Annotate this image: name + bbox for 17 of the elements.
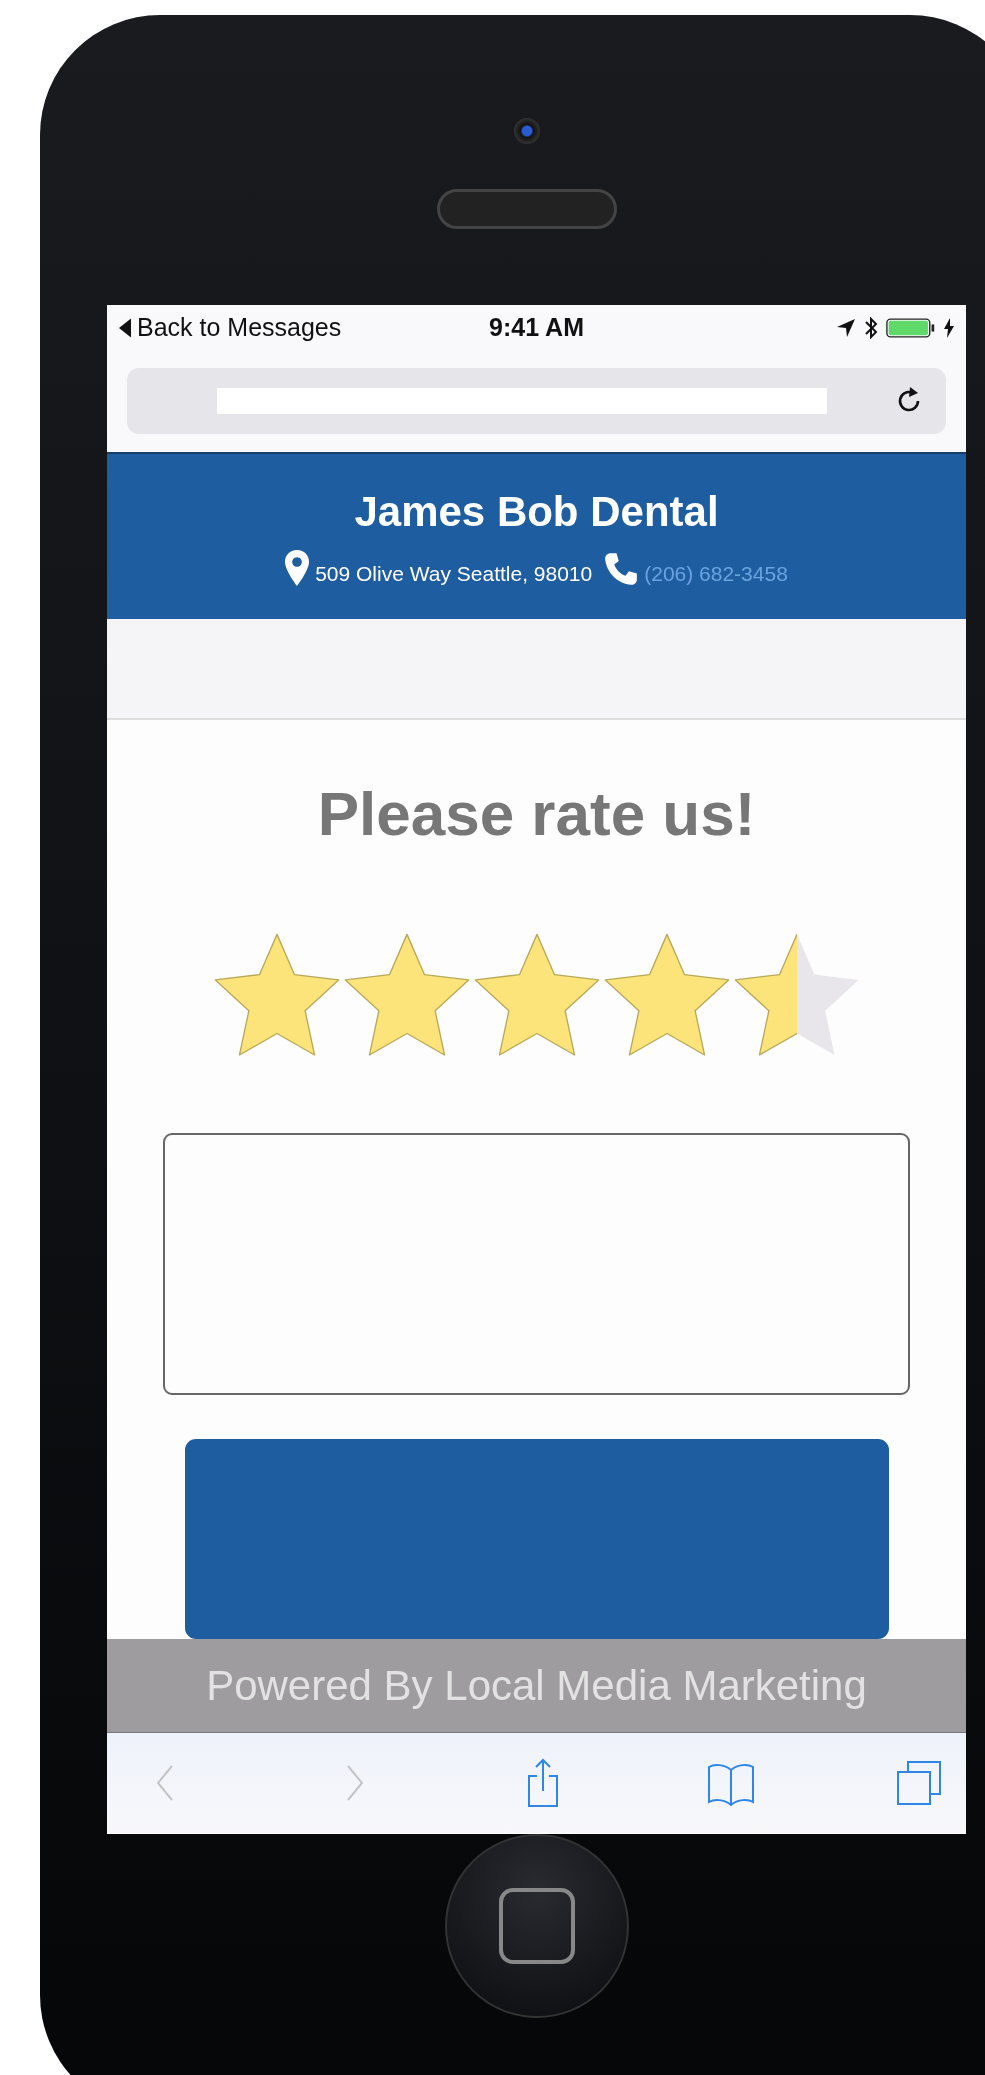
phone-icon [604,551,639,586]
business-name: James Bob Dental [354,487,719,536]
camera-icon [513,118,540,144]
location-arrow-icon [836,317,856,338]
submit-button[interactable] [184,1439,889,1639]
map-pin-icon [285,549,310,586]
bluetooth-icon [864,315,878,340]
back-arrow-icon [119,317,131,338]
back-to-app-link[interactable]: Back to Messages [137,313,342,342]
tabs-icon[interactable] [894,1758,944,1808]
review-text-field[interactable] [163,1133,910,1395]
rating-heading: Please rate us! [317,778,756,849]
address-text: 509 Olive Way Seattle, 98010 [315,561,593,586]
charging-bolt-icon [944,317,954,338]
powered-by-text: Powered By Local Media Marketing [206,1661,867,1710]
status-time: 9:41 AM [489,313,584,342]
battery-icon [886,317,936,338]
